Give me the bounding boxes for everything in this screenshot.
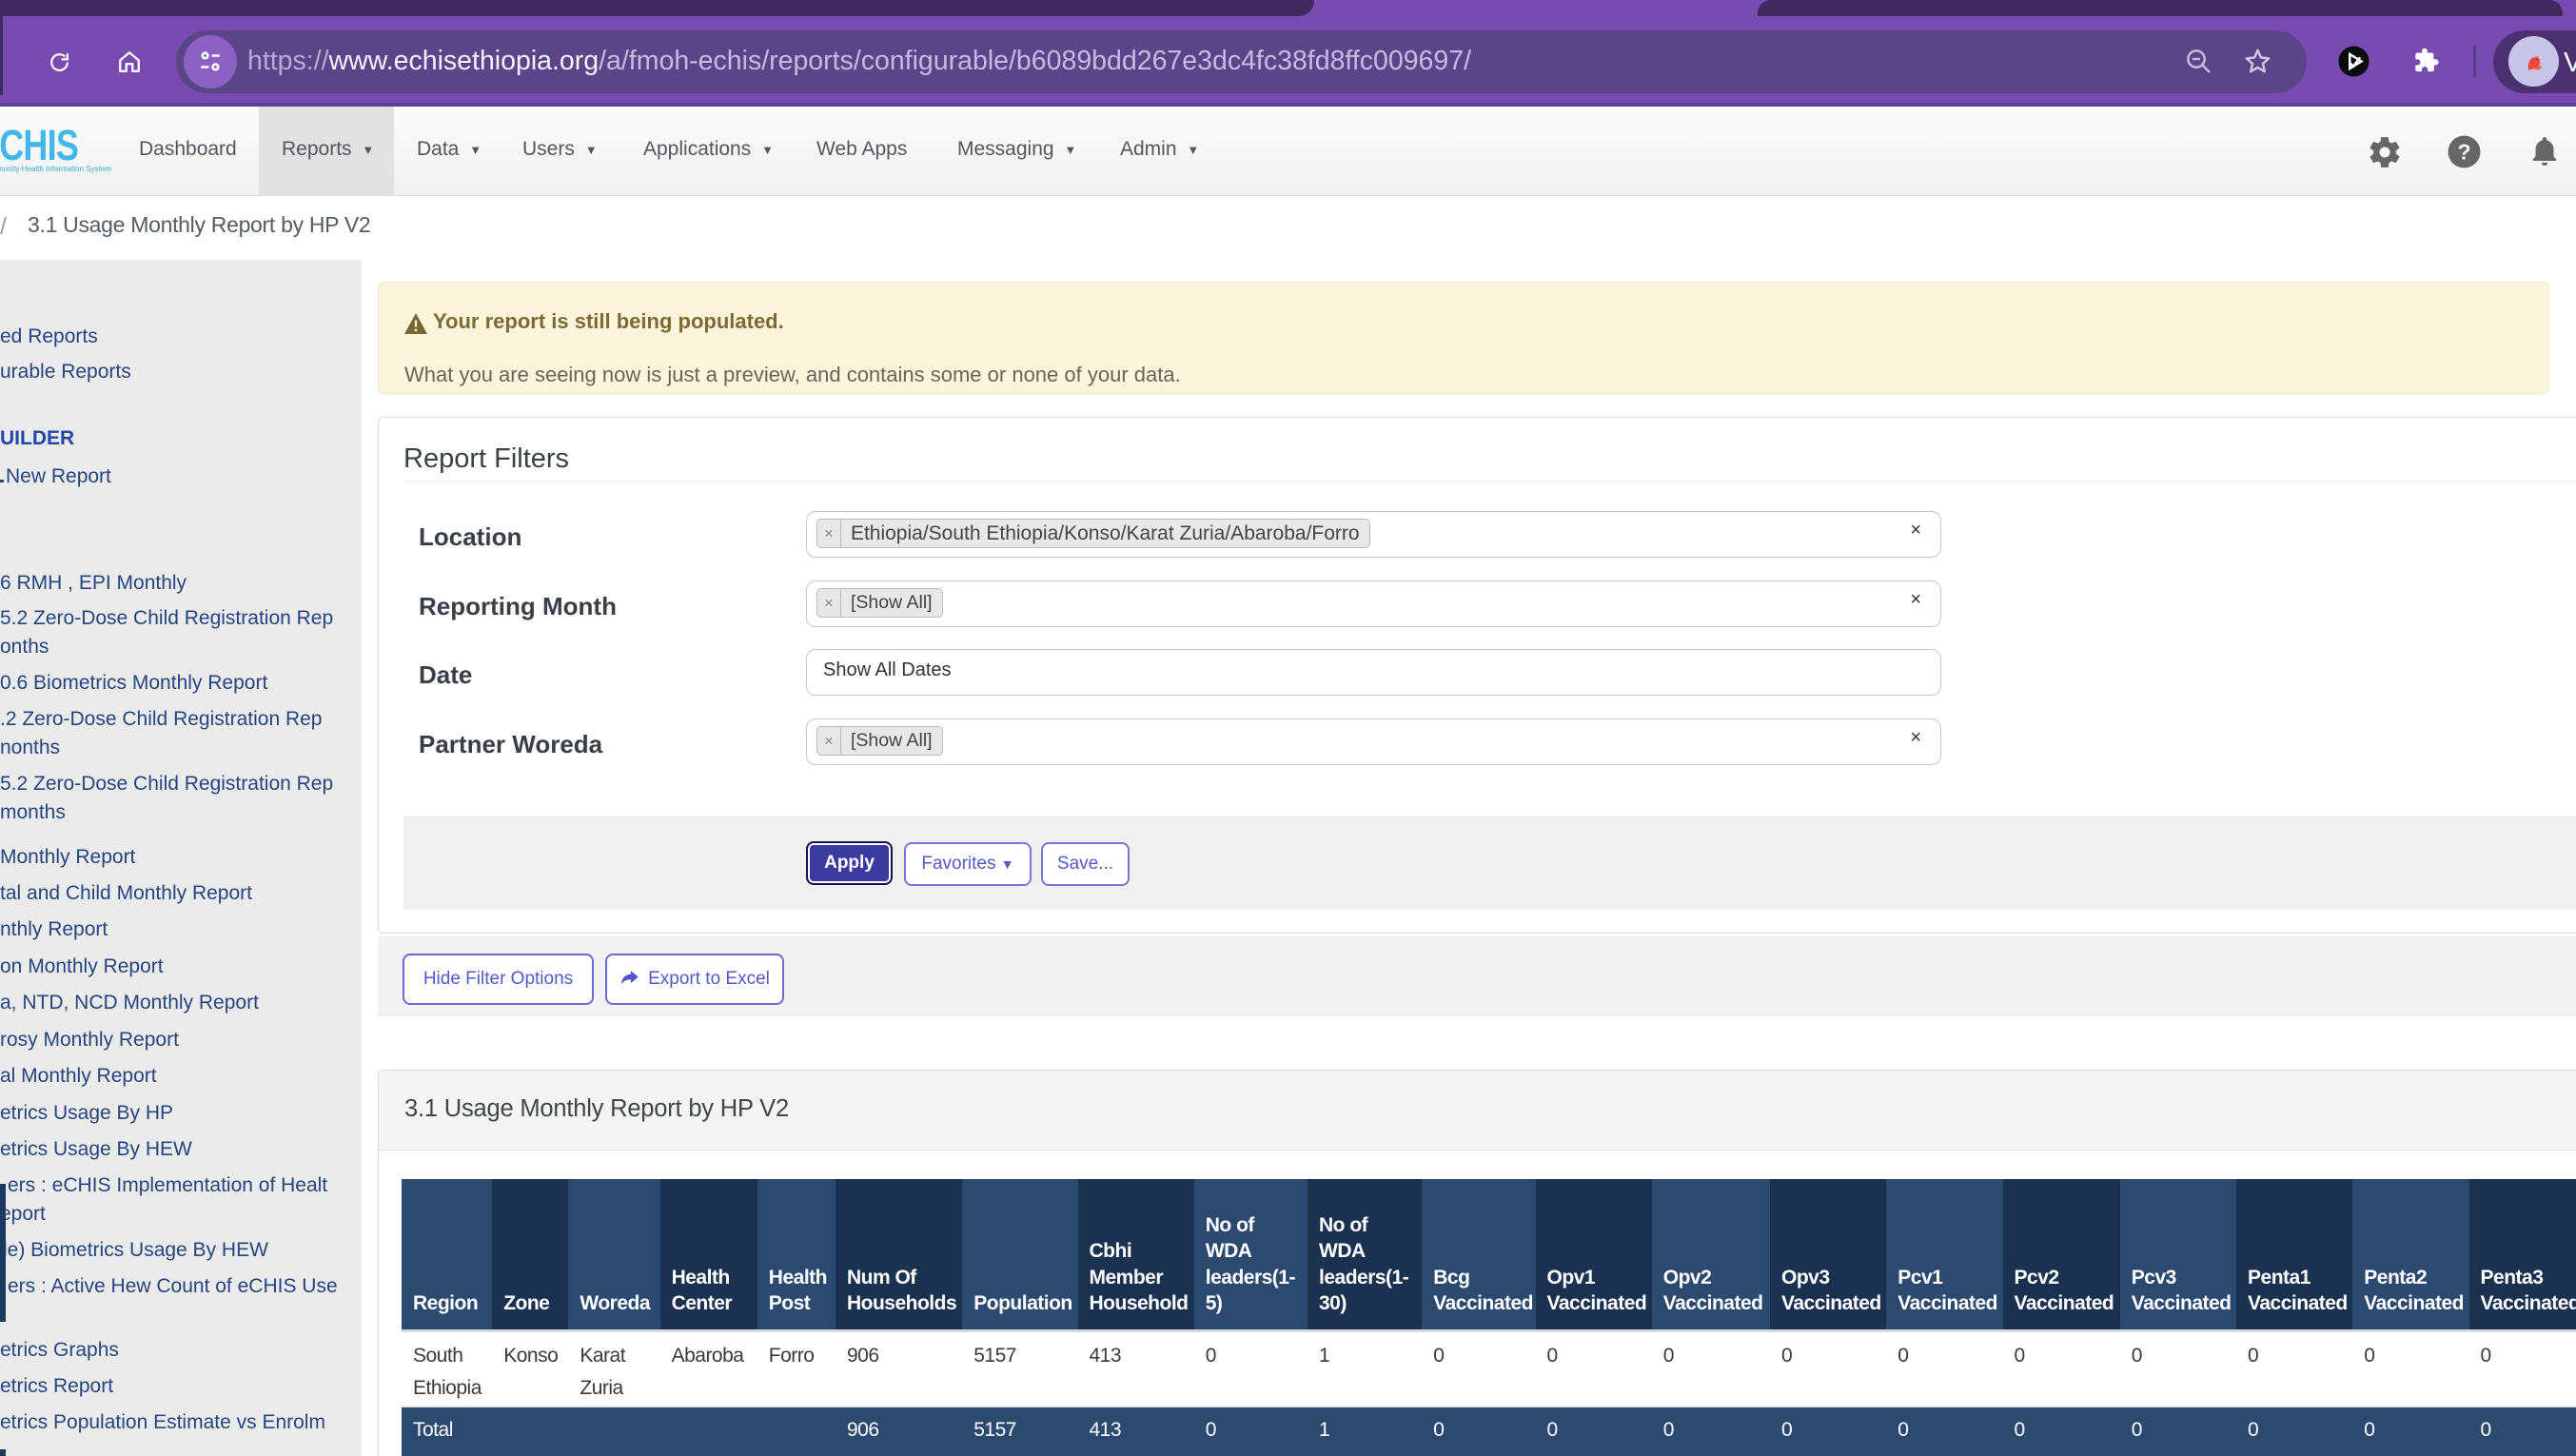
svg-text:?: ?	[2457, 140, 2470, 165]
